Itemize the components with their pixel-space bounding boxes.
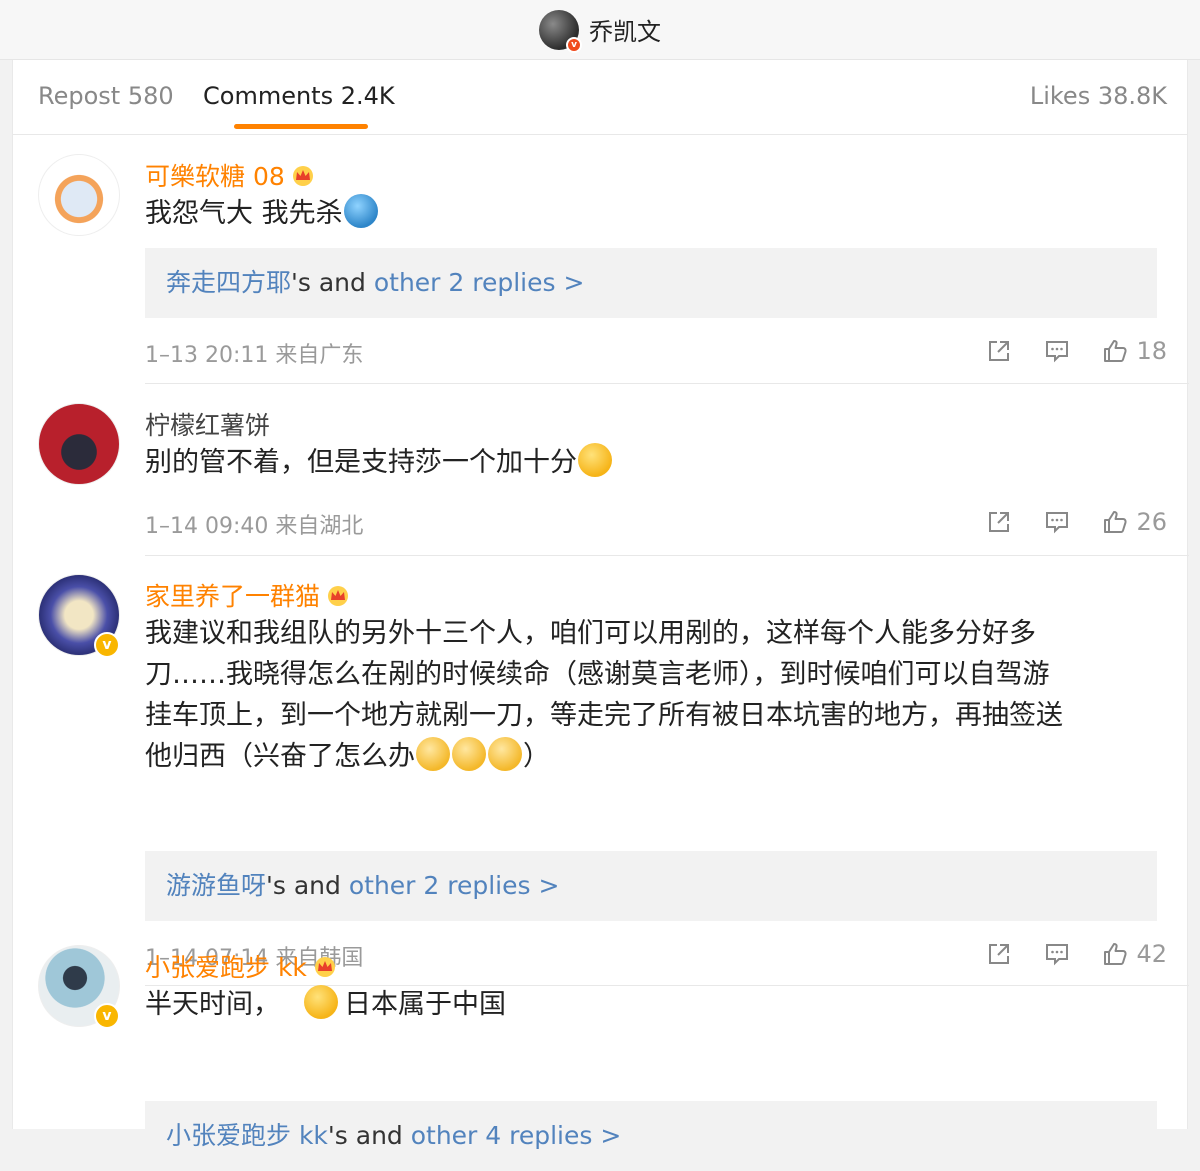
thumbs-up-icon — [1104, 943, 1128, 965]
verified-badge-icon: v — [94, 632, 120, 658]
avatar[interactable] — [38, 403, 120, 485]
reply-user-link[interactable]: 游游鱼呀 — [166, 871, 266, 900]
username[interactable]: 家里养了一群猫 — [145, 577, 350, 613]
username[interactable]: 小张爱跑步 kk — [145, 948, 337, 984]
comment-actions: 42 — [954, 938, 1167, 970]
tab-bar: Repost 580 Comments 2.4K Likes 38.8K — [13, 60, 1187, 135]
more-replies-link[interactable]: other 4 replies > — [411, 1121, 622, 1150]
username[interactable]: 可樂软糖 08 — [145, 157, 315, 193]
like-count: 42 — [1136, 940, 1167, 968]
like-count: 18 — [1136, 337, 1167, 365]
tab-likes[interactable]: Likes 38.8K — [1030, 82, 1167, 110]
verified-badge-icon: v — [94, 1003, 120, 1029]
reply-user-link[interactable]: 奔走四方耶 — [166, 268, 291, 297]
divider — [145, 383, 1189, 384]
thief-emoji-icon — [343, 194, 378, 228]
excited-emoji-icon — [578, 443, 612, 477]
avatar[interactable] — [38, 154, 120, 236]
thumbs-up-icon — [1104, 340, 1128, 362]
waving-emoji-icon — [304, 985, 338, 1019]
share-icon[interactable] — [986, 338, 1012, 364]
comment-icon[interactable] — [1044, 509, 1070, 535]
comment-text: 别的管不着，但是支持莎一个加十分 — [145, 442, 1155, 483]
comment-text: 我怨气大 我先杀 — [145, 193, 1155, 234]
comments-card: Repost 580 Comments 2.4K Likes 38.8K 可樂软… — [12, 60, 1189, 1171]
thumbs-up-icon — [1104, 511, 1128, 533]
share-icon[interactable] — [986, 509, 1012, 535]
flower-blush-emoji-icon — [452, 737, 486, 771]
like-button[interactable]: 26 — [1102, 508, 1167, 536]
comment-icon[interactable] — [1044, 941, 1070, 967]
more-replies-link[interactable]: other 2 replies > — [349, 871, 560, 900]
username[interactable]: 柠檬红薯饼 — [145, 406, 270, 442]
replies-preview[interactable]: 游游鱼呀's and other 2 replies > — [145, 851, 1157, 921]
member-crown-icon — [292, 166, 313, 186]
flower-blush-emoji-icon — [488, 737, 522, 771]
flower-blush-emoji-icon — [416, 737, 450, 771]
replies-preview[interactable]: 小张爱跑步 kk's and other 4 replies > — [145, 1101, 1157, 1171]
member-crown-icon — [314, 957, 335, 977]
comment-actions: 18 — [954, 335, 1167, 367]
comment-icon[interactable] — [1044, 338, 1070, 364]
comment-time-location: 1–14 09:40 来自湖北 — [145, 514, 364, 539]
comment-time-location: 1–13 20:11 来自广东 — [145, 343, 364, 368]
comment-actions: 26 — [954, 506, 1167, 538]
tab-repost[interactable]: Repost 580 — [38, 82, 174, 110]
like-count: 26 — [1136, 508, 1167, 536]
tab-comments[interactable]: Comments 2.4K — [203, 82, 395, 110]
author-name[interactable]: 乔凯文 — [589, 12, 661, 47]
replies-preview[interactable]: 奔走四方耶's and other 2 replies > — [145, 248, 1157, 318]
like-button[interactable]: 18 — [1102, 337, 1167, 365]
share-icon[interactable] — [986, 941, 1012, 967]
comment-text: 我建议和我组队的另外十三个人，咱们可以用剐的，这样每个人能多分好多 刀……我晓得… — [145, 618, 1063, 772]
divider — [145, 555, 1189, 556]
comment-text: 半天时间， 日本属于中国 — [145, 984, 1155, 1025]
verified-badge-icon: v — [566, 36, 582, 53]
author-avatar[interactable]: v — [539, 9, 582, 53]
like-button[interactable]: 42 — [1102, 940, 1167, 968]
top-bar: v 乔凯文 — [0, 0, 1200, 60]
more-replies-link[interactable]: other 2 replies > — [374, 268, 585, 297]
member-crown-icon — [328, 586, 349, 606]
active-tab-indicator — [234, 124, 368, 129]
reply-user-link[interactable]: 小张爱跑步 kk — [166, 1121, 328, 1150]
